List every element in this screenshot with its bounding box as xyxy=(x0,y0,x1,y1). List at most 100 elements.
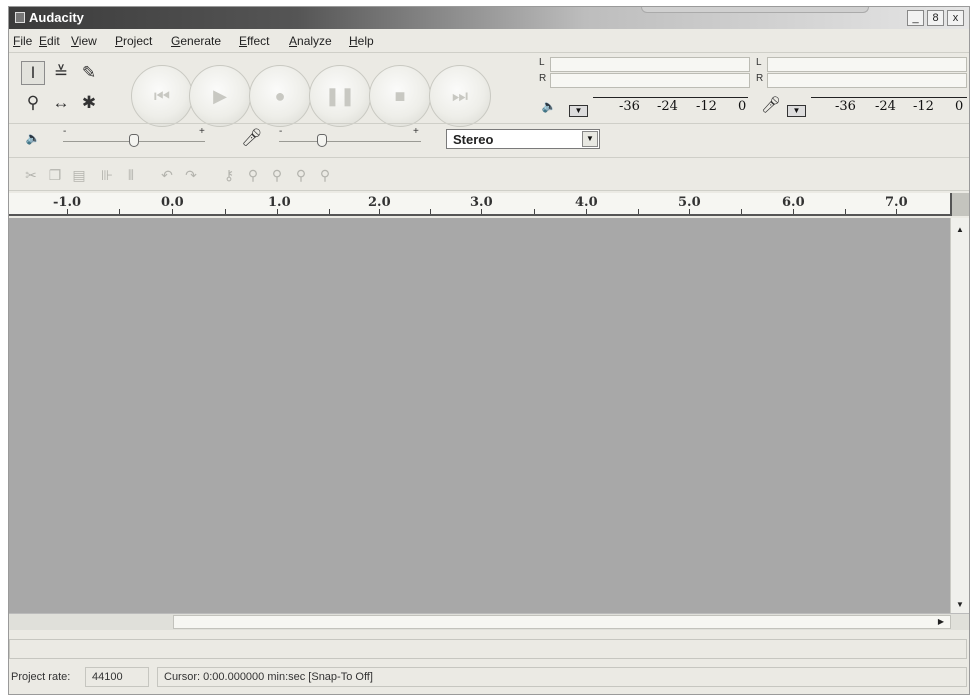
minimize-button[interactable]: _ xyxy=(907,10,924,26)
ruler-tick xyxy=(689,209,690,214)
app-icon xyxy=(15,12,25,23)
ruler-label: 4.0 xyxy=(575,195,598,210)
menu-bar: File Edit View Project Generate Effect A… xyxy=(9,31,969,51)
output-plus: + xyxy=(199,126,205,137)
menu-effect[interactable]: Effect xyxy=(239,34,269,48)
input-minus: - xyxy=(279,126,283,137)
menu-edit[interactable]: Edit xyxy=(39,34,60,48)
playback-tick-0: 0 xyxy=(738,99,747,114)
ruler-label: 3.0 xyxy=(470,195,493,210)
maximize-button[interactable]: 8 xyxy=(927,10,944,26)
menu-view[interactable]: View xyxy=(71,34,97,48)
output-minus: - xyxy=(63,126,67,137)
window-title: Audacity xyxy=(29,10,84,25)
timeshift-tool-icon[interactable]: ↔ xyxy=(49,91,73,115)
multi-tool-icon[interactable]: ✱ xyxy=(77,91,101,115)
audacity-window: Audacity _ 8 x File Edit View Project Ge… xyxy=(8,6,970,695)
timeline-ruler[interactable]: -1.0 0.0 1.0 2.0 3.0 4.0 5.0 6.0 7.0 xyxy=(9,193,950,216)
stop-button[interactable]: ■ xyxy=(369,65,431,127)
silence-icon[interactable]: ⫴ xyxy=(121,165,141,185)
play-icon: ▶ xyxy=(213,85,227,106)
envelope-tool-icon[interactable]: ≚ xyxy=(49,61,73,85)
ruler-tick xyxy=(67,209,68,214)
close-button[interactable]: x xyxy=(947,10,964,26)
record-tick-24: -24 xyxy=(875,99,896,114)
cut-icon[interactable]: ✂ xyxy=(21,165,41,185)
playback-meter-left xyxy=(550,57,750,72)
input-volume-slider[interactable] xyxy=(316,134,327,147)
cursor-status: Cursor: 0:00.000000 min:sec [Snap-To Off… xyxy=(157,667,967,687)
skip-start-icon: ⏮ xyxy=(153,85,171,106)
zoom-in-icon[interactable]: ⚲ xyxy=(243,165,263,185)
playback-meter-dropdown[interactable]: ▼ xyxy=(569,105,588,117)
horizontal-scroll-track[interactable] xyxy=(173,615,951,629)
input-slider-track xyxy=(279,141,421,142)
trim-icon[interactable]: ⊪ xyxy=(97,165,117,185)
ruler-tick xyxy=(329,209,330,214)
ruler-tick xyxy=(845,209,846,214)
horizontal-scrollbar[interactable]: ◀ ▶ xyxy=(9,613,969,630)
scroll-up-icon[interactable]: ▲ xyxy=(952,222,968,238)
record-right-label: R xyxy=(756,73,764,84)
playback-left-label: L xyxy=(539,57,545,68)
ruler-tick xyxy=(277,209,278,214)
ruler-tick xyxy=(119,209,120,214)
speaker-icon: 🔈 xyxy=(541,99,557,113)
playback-meter-scale xyxy=(593,97,748,98)
ruler-label: 0.0 xyxy=(161,195,184,210)
ruler-tick xyxy=(534,209,535,214)
ruler-tick xyxy=(793,209,794,214)
menu-project[interactable]: Project xyxy=(115,34,152,48)
selection-tool-icon[interactable]: I xyxy=(21,61,45,85)
fit-selection-icon[interactable]: ⚲ xyxy=(291,165,311,185)
track-area[interactable] xyxy=(9,218,950,613)
input-plus: + xyxy=(413,126,419,137)
playback-tick-36: -36 xyxy=(619,99,640,114)
zoom-out-icon[interactable]: ⚲ xyxy=(267,165,287,185)
output-volume-slider[interactable] xyxy=(129,134,139,147)
skip-end-button[interactable]: ⏭ xyxy=(429,65,491,127)
menu-generate[interactable]: Generate xyxy=(171,34,221,48)
ruler-label: 7.0 xyxy=(885,195,908,210)
microphone-icon: 🎤︎ xyxy=(760,97,782,114)
record-meter-scale xyxy=(811,97,967,98)
record-icon: ● xyxy=(274,85,286,106)
ruler-tick xyxy=(225,209,226,214)
stop-icon: ■ xyxy=(394,85,406,106)
zoom-tool-icon[interactable]: ⚲ xyxy=(21,91,45,115)
sync-lock-icon[interactable]: ⚷ xyxy=(219,165,239,185)
ruler-tick xyxy=(586,209,587,214)
vertical-scrollbar[interactable]: ▲ ▼ xyxy=(950,218,969,613)
title-bar: Audacity _ 8 x xyxy=(9,7,969,29)
skip-end-icon: ⏭ xyxy=(451,85,469,106)
record-tick-36: -36 xyxy=(835,99,856,114)
menu-separator xyxy=(9,52,969,53)
chevron-down-icon[interactable]: ▼ xyxy=(582,131,598,147)
redo-icon[interactable]: ↷ xyxy=(181,165,201,185)
record-left-label: L xyxy=(756,57,762,68)
scroll-down-icon[interactable]: ▼ xyxy=(952,597,968,613)
menu-analyze[interactable]: Analyze xyxy=(289,34,332,48)
scroll-right-icon[interactable]: ▶ xyxy=(933,614,949,630)
ruler-label: 6.0 xyxy=(782,195,805,210)
fit-project-icon[interactable]: ⚲ xyxy=(315,165,335,185)
playback-right-label: R xyxy=(539,73,547,84)
output-volume-icon: 🔈 xyxy=(25,131,41,145)
paste-icon[interactable]: ▤ xyxy=(69,165,89,185)
ruler-tick xyxy=(481,209,482,214)
ruler-tick xyxy=(172,209,173,214)
ruler-tick xyxy=(430,209,431,214)
record-meter-dropdown[interactable]: ▼ xyxy=(787,105,806,117)
undo-icon[interactable]: ↶ xyxy=(157,165,177,185)
channel-select[interactable]: Stereo ▼ xyxy=(446,129,600,149)
menu-help[interactable]: Help xyxy=(349,34,374,48)
draw-tool-icon[interactable]: ✎ xyxy=(77,61,101,85)
skip-start-button[interactable]: ⏮ xyxy=(131,65,193,127)
play-button[interactable]: ▶ xyxy=(189,65,251,127)
copy-icon[interactable]: ❐ xyxy=(45,165,65,185)
project-rate-field[interactable]: 44100 xyxy=(85,667,149,687)
pause-button[interactable]: ❚❚ xyxy=(309,65,371,127)
menu-file[interactable]: File xyxy=(13,34,32,48)
record-button[interactable]: ● xyxy=(249,65,311,127)
toolbar-separator-3 xyxy=(9,190,969,191)
